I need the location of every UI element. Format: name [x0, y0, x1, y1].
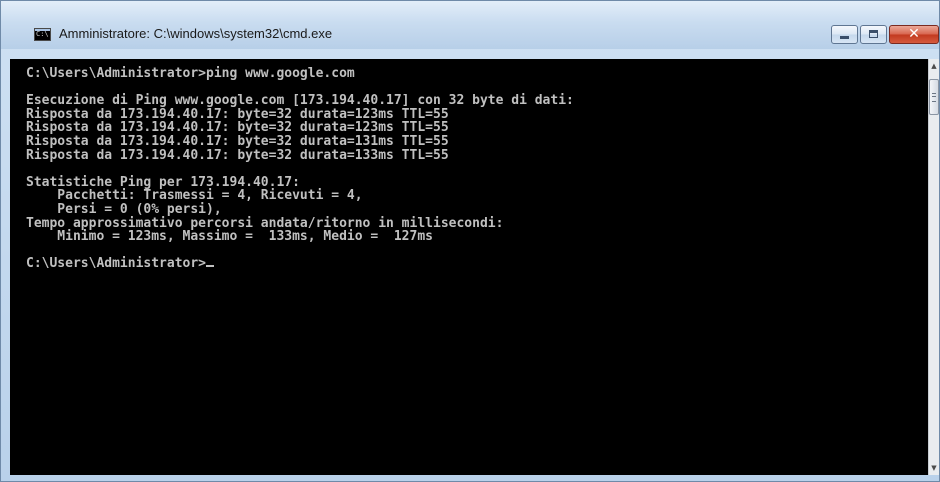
cmd-window: C:\ Amministratore: C:\windows\system32\…	[0, 0, 940, 482]
window-title: Amministratore: C:\windows\system32\cmd.…	[59, 26, 333, 41]
scroll-down-arrow-icon[interactable]: ▼	[929, 461, 939, 475]
vertical-scrollbar[interactable]: ▲ ▼	[928, 59, 939, 475]
scroll-thumb[interactable]	[929, 79, 939, 115]
text-cursor	[206, 265, 215, 268]
console-output: C:\Users\Administrator>ping www.google.c…	[26, 66, 574, 272]
console-text: C:\Users\Administrator>ping www.google.c…	[26, 67, 574, 271]
close-icon: ✕	[908, 26, 920, 42]
minimize-icon	[840, 36, 849, 39]
scroll-up-arrow-icon[interactable]: ▲	[929, 59, 939, 73]
console-output-area[interactable]: C:\Users\Administrator>ping www.google.c…	[10, 59, 928, 475]
minimize-button[interactable]	[831, 25, 858, 44]
close-button[interactable]: ✕	[889, 25, 939, 44]
console-icon-label: C:\	[36, 30, 49, 38]
maximize-button[interactable]	[860, 25, 887, 44]
title-bar[interactable]: C:\ Amministratore: C:\windows\system32\…	[1, 1, 939, 49]
console-icon[interactable]: C:\	[34, 28, 51, 41]
maximize-icon	[869, 30, 878, 38]
scroll-grip-icon	[932, 93, 936, 102]
